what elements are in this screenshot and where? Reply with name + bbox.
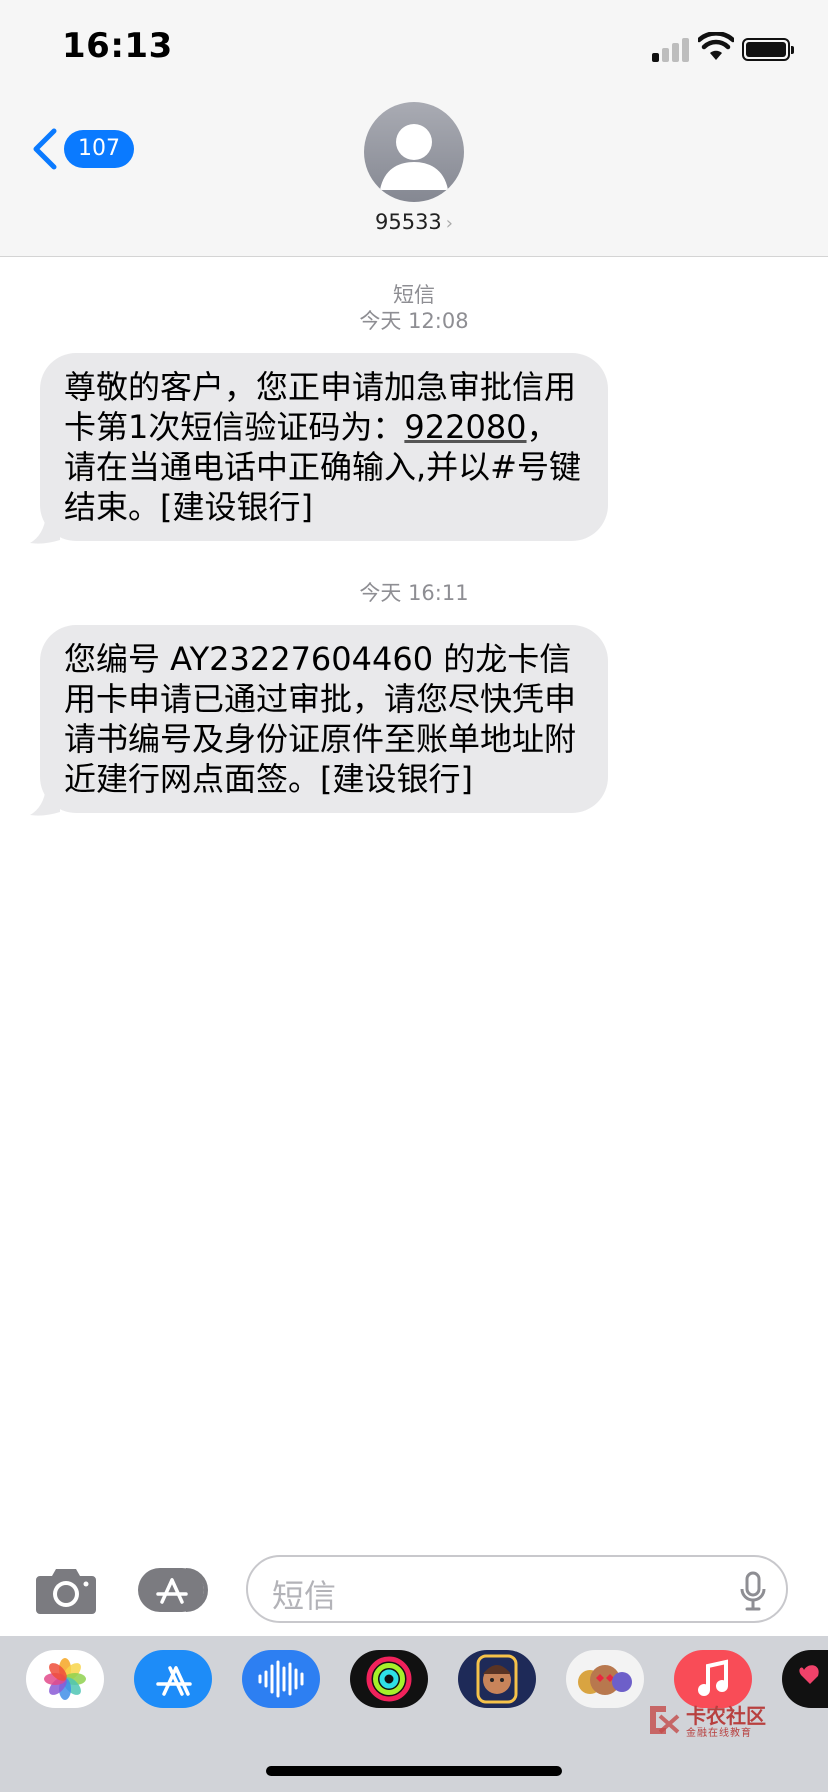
wifi-icon xyxy=(698,32,734,60)
timestamp: 今天 16:11 xyxy=(359,581,469,605)
app-store-app-icon[interactable] xyxy=(134,1650,212,1708)
bubble-tail xyxy=(30,515,60,544)
message-bubble[interactable]: 您编号 AY23227604460 的龙卡信用卡申请已通过审批，请您尽快凭申请书… xyxy=(40,625,608,813)
service-label: 短信 xyxy=(393,283,435,307)
contact-avatar[interactable] xyxy=(364,102,464,202)
fitness-rings-app-icon[interactable] xyxy=(350,1650,428,1708)
camera-icon[interactable] xyxy=(34,1564,98,1616)
cellular-signal-icon xyxy=(652,36,690,62)
animoji-stickers-app-icon[interactable] xyxy=(566,1650,644,1708)
watermark-subtitle: 金融在线教育 xyxy=(686,1728,752,1739)
message-text: 您编号 AY23227604460 的龙卡信用卡申请已通过审批，请您尽快凭申请书… xyxy=(64,640,577,798)
contact-name[interactable]: 95533 › xyxy=(0,210,828,234)
battery-icon xyxy=(742,38,794,61)
contact-number: 95533 xyxy=(374,210,442,234)
microphone-icon[interactable] xyxy=(740,1571,766,1611)
back-button[interactable]: 107 xyxy=(30,128,134,170)
verification-code-link[interactable]: 922080 xyxy=(404,408,526,446)
conversation-header: 16:13 107 95533 › xyxy=(0,0,828,257)
status-time: 16:13 xyxy=(62,26,173,66)
watermark-mark-icon xyxy=(650,1706,680,1734)
timestamp: 今天 12:08 xyxy=(359,309,469,333)
message-input-placeholder: 短信 xyxy=(272,1577,337,1615)
watermark-logo: 卡农社区 金融在线教育 xyxy=(646,1700,766,1740)
app-store-drawer-icon[interactable] xyxy=(138,1566,212,1614)
audio-waveform-app-icon[interactable] xyxy=(242,1650,320,1708)
home-indicator[interactable] xyxy=(266,1766,562,1776)
person-icon xyxy=(364,102,464,202)
photos-app-icon[interactable] xyxy=(26,1650,104,1708)
digital-touch-app-icon[interactable] xyxy=(782,1650,828,1708)
message-bubble[interactable]: 尊敬的客户，您正申请加急审批信用卡第1次短信验证码为：922080，请在当通电话… xyxy=(40,353,608,541)
chevron-right-icon: › xyxy=(445,213,453,234)
chevron-left-icon xyxy=(33,128,57,170)
bubble-tail xyxy=(30,787,60,816)
unread-count-badge: 107 xyxy=(64,130,134,168)
message-input[interactable]: 短信 xyxy=(246,1555,788,1623)
memoji-app-icon[interactable] xyxy=(458,1650,536,1708)
